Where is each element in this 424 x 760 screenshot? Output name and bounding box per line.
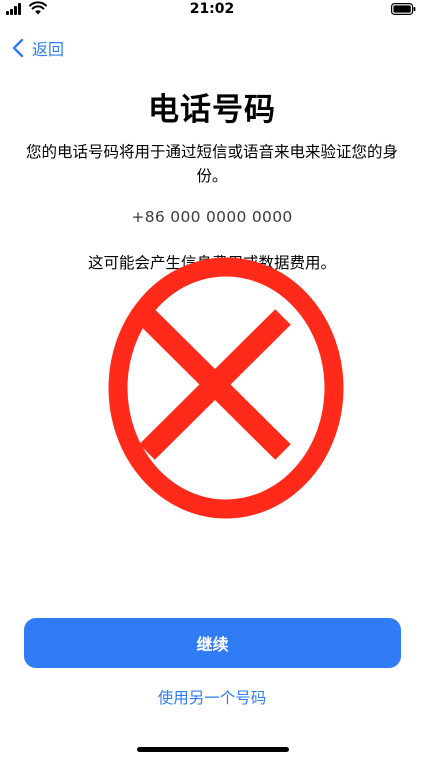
status-bar: 21:02 bbox=[0, 0, 424, 18]
continue-button[interactable]: 继续 bbox=[24, 618, 401, 668]
back-button[interactable]: 返回 bbox=[12, 36, 64, 60]
phone-number-screen: 21:02 返回 电话号码 您的电话号码将用于通过短信或语音来电来验证您的身份。… bbox=[0, 0, 424, 760]
red-x-circle-icon bbox=[108, 257, 344, 519]
battery-icon bbox=[391, 3, 416, 15]
chevron-left-icon bbox=[12, 38, 24, 58]
back-label: 返回 bbox=[32, 40, 65, 59]
home-indicator[interactable] bbox=[137, 747, 289, 752]
page-description: 您的电话号码将用于通过短信或语音来电来验证您的身份。 bbox=[25, 143, 398, 185]
phone-number-text: +86 000 0000 0000 bbox=[131, 208, 293, 226]
page-title: 电话号码 bbox=[148, 92, 276, 128]
use-other-number-link[interactable]: 使用另一个号码 bbox=[0, 686, 424, 708]
status-time: 21:02 bbox=[189, 1, 235, 17]
